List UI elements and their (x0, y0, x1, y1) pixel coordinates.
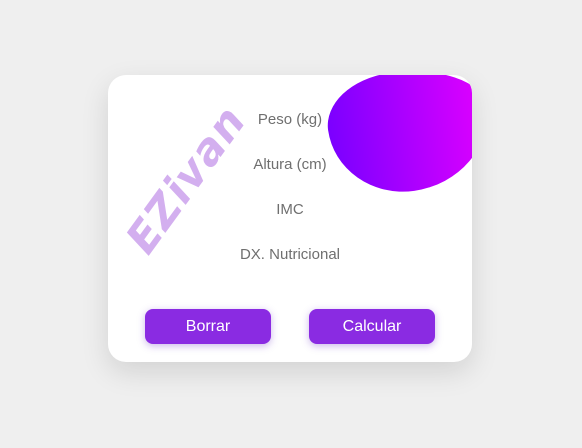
page-background: { "card": { "labels": { "weight": "Peso … (0, 0, 582, 448)
weight-label: Peso (kg) (257, 111, 323, 128)
height-label: Altura (cm) (253, 156, 327, 173)
bmi-calculator-card: EZivan Peso (kg) Altura (cm) IMC DX. Nut… (108, 75, 472, 362)
clear-button[interactable]: Borrar (145, 309, 271, 344)
nutritional-diagnosis-label: DX. Nutricional (239, 246, 341, 263)
bmi-label: IMC (276, 201, 304, 218)
calculate-button[interactable]: Calcular (309, 309, 435, 344)
decorative-blob (321, 75, 472, 202)
